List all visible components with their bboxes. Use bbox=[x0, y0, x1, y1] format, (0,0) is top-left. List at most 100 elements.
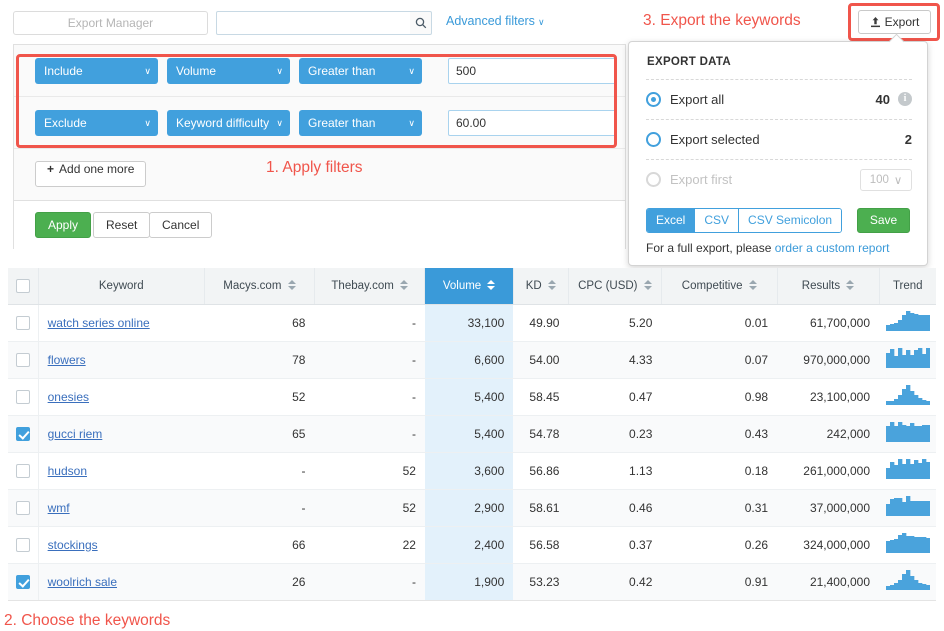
column-header-competitive[interactable]: Competitive bbox=[661, 268, 777, 304]
row-select-cell[interactable] bbox=[8, 526, 38, 563]
row-checkbox[interactable] bbox=[16, 390, 30, 404]
column-header-keyword[interactable]: Keyword bbox=[38, 268, 204, 304]
row-checkbox[interactable] bbox=[16, 575, 30, 589]
radio-export-selected[interactable] bbox=[646, 132, 661, 147]
keyword-link[interactable]: watch series online bbox=[48, 316, 150, 330]
keyword-link[interactable]: woolrich sale bbox=[48, 575, 117, 589]
cell-cpc: 0.37 bbox=[568, 526, 661, 563]
filter-rows: Include ∨ Volume ∨ Greater than ∨ Exclud… bbox=[14, 45, 625, 249]
sort-icon[interactable] bbox=[400, 279, 408, 291]
row-select-cell[interactable] bbox=[8, 415, 38, 452]
export-selected-count: 2 bbox=[905, 132, 912, 147]
filter-scope-value: Include bbox=[44, 64, 83, 78]
filter-scope-select[interactable]: Exclude ∨ bbox=[35, 110, 158, 136]
column-header-volume[interactable]: Volume bbox=[425, 268, 513, 304]
cell-kd: 58.61 bbox=[513, 489, 568, 526]
row-select-cell[interactable] bbox=[8, 563, 38, 600]
sort-icon[interactable] bbox=[548, 279, 556, 291]
row-select-cell[interactable] bbox=[8, 304, 38, 341]
select-all-checkbox[interactable] bbox=[16, 279, 30, 293]
chevron-down-icon: ∨ bbox=[894, 173, 902, 187]
select-all-header[interactable] bbox=[8, 268, 38, 304]
keyword-link[interactable]: wmf bbox=[48, 501, 70, 515]
column-header-cpc[interactable]: CPC (USD) bbox=[568, 268, 661, 304]
cell-results: 324,000,000 bbox=[777, 526, 879, 563]
sort-icon[interactable] bbox=[644, 279, 652, 291]
cancel-button[interactable]: Cancel bbox=[149, 212, 212, 238]
chevron-down-icon: ∨ bbox=[408, 58, 415, 84]
radio-export-all[interactable] bbox=[646, 92, 661, 107]
row-checkbox[interactable] bbox=[16, 316, 30, 330]
row-select-cell[interactable] bbox=[8, 341, 38, 378]
column-header-macys-label: Macys.com bbox=[223, 280, 281, 292]
export-option-all[interactable]: Export all 40 i bbox=[646, 79, 912, 119]
column-header-results[interactable]: Results bbox=[777, 268, 879, 304]
export-first-count-value: 100 bbox=[870, 174, 889, 186]
save-button[interactable]: Save bbox=[857, 208, 910, 233]
table-row: woolrich sale26-1,90053.230.420.9121,400… bbox=[8, 563, 936, 600]
sort-icon[interactable] bbox=[487, 279, 495, 291]
add-one-more-button[interactable]: +Add one more bbox=[35, 161, 146, 187]
row-checkbox[interactable] bbox=[16, 464, 30, 478]
reset-button[interactable]: Reset bbox=[93, 212, 150, 238]
column-header-kd[interactable]: KD bbox=[513, 268, 568, 304]
export-manager-button[interactable]: Export Manager bbox=[13, 11, 208, 35]
filter-metric-select[interactable]: Keyword difficulty ∨ bbox=[167, 110, 290, 136]
chevron-down-icon: ∨ bbox=[538, 17, 545, 27]
cell-keyword: hudson bbox=[38, 452, 204, 489]
column-header-thebay-label: Thebay.com bbox=[331, 280, 393, 292]
keyword-link[interactable]: stockings bbox=[48, 538, 98, 552]
keyword-link[interactable]: onesies bbox=[48, 390, 89, 404]
keyword-link[interactable]: gucci riem bbox=[48, 427, 103, 441]
filter-metric-value: Keyword difficulty bbox=[176, 116, 269, 130]
row-select-cell[interactable] bbox=[8, 378, 38, 415]
row-checkbox[interactable] bbox=[16, 538, 30, 552]
info-icon[interactable]: i bbox=[898, 92, 912, 106]
filter-condition-select[interactable]: Greater than ∨ bbox=[299, 58, 422, 84]
keyword-link[interactable]: hudson bbox=[48, 464, 87, 478]
search-button[interactable] bbox=[410, 11, 432, 35]
filter-actions: Apply Reset Cancel bbox=[14, 201, 625, 249]
cell-volume: 3,600 bbox=[425, 452, 513, 489]
top-bar: Export Manager Advanced filters∨ bbox=[0, 0, 944, 46]
cell-kd: 54.00 bbox=[513, 341, 568, 378]
cell-volume: 2,900 bbox=[425, 489, 513, 526]
cell-thebay: 52 bbox=[314, 452, 425, 489]
filter-metric-select[interactable]: Volume ∨ bbox=[167, 58, 290, 84]
export-option-selected[interactable]: Export selected 2 bbox=[646, 119, 912, 159]
apply-button[interactable]: Apply bbox=[35, 212, 91, 238]
filter-scope-select[interactable]: Include ∨ bbox=[35, 58, 158, 84]
column-header-thebay[interactable]: Thebay.com bbox=[314, 268, 425, 304]
row-checkbox[interactable] bbox=[16, 353, 30, 367]
custom-report-link[interactable]: order a custom report bbox=[775, 241, 890, 255]
filter-condition-value: Greater than bbox=[308, 64, 375, 78]
row-select-cell[interactable] bbox=[8, 489, 38, 526]
cell-keyword: wmf bbox=[38, 489, 204, 526]
table-row: wmf-522,90058.610.460.3137,000,000 bbox=[8, 489, 936, 526]
keyword-link[interactable]: flowers bbox=[48, 353, 86, 367]
cell-volume: 5,400 bbox=[425, 378, 513, 415]
sort-icon[interactable] bbox=[846, 279, 854, 291]
filter-value-input[interactable] bbox=[448, 110, 616, 136]
column-header-trend: Trend bbox=[879, 268, 936, 304]
cell-macys: 66 bbox=[204, 526, 314, 563]
cell-competitive: 0.43 bbox=[661, 415, 777, 452]
cell-keyword: stockings bbox=[38, 526, 204, 563]
format-excel[interactable]: Excel bbox=[647, 209, 695, 232]
filter-value-input[interactable] bbox=[448, 58, 616, 84]
row-select-cell[interactable] bbox=[8, 452, 38, 489]
column-header-macys[interactable]: Macys.com bbox=[204, 268, 314, 304]
filter-condition-value: Greater than bbox=[308, 116, 375, 130]
sort-icon[interactable] bbox=[288, 279, 296, 291]
sort-icon[interactable] bbox=[749, 279, 757, 291]
format-csv[interactable]: CSV bbox=[695, 209, 739, 232]
export-button[interactable]: Export bbox=[858, 10, 931, 34]
advanced-filters-toggle[interactable]: Advanced filters∨ bbox=[446, 14, 545, 28]
search-input[interactable] bbox=[216, 11, 411, 35]
row-checkbox[interactable] bbox=[16, 501, 30, 515]
format-csv-semicolon[interactable]: CSV Semicolon bbox=[739, 209, 841, 232]
annotation-step-2: 2. Choose the keywords bbox=[4, 612, 170, 630]
filter-condition-select[interactable]: Greater than ∨ bbox=[299, 110, 422, 136]
row-checkbox[interactable] bbox=[16, 427, 30, 441]
column-header-volume-label: Volume bbox=[443, 280, 481, 292]
